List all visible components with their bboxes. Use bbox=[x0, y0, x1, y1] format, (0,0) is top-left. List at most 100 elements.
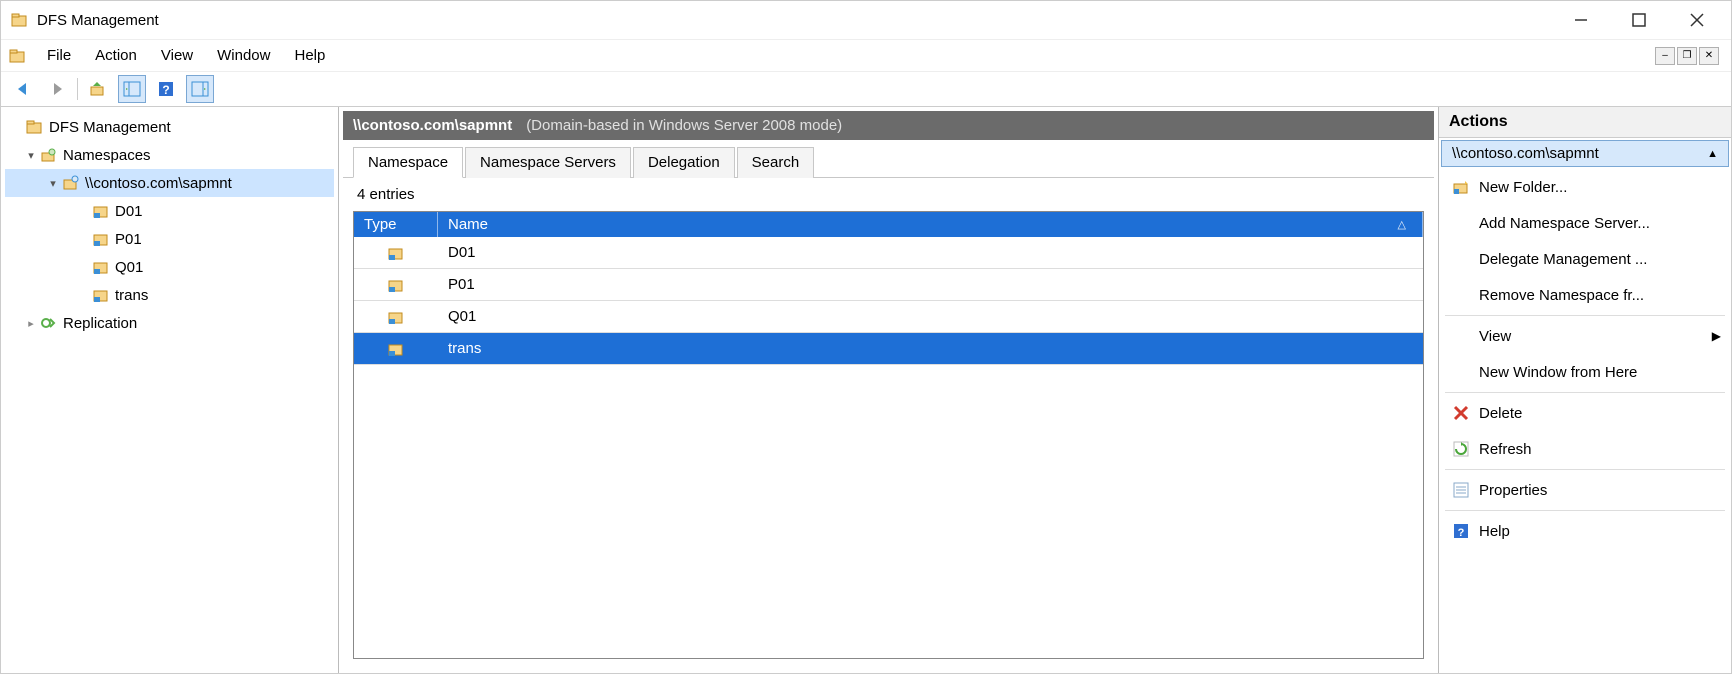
caret-right-icon: ▸ bbox=[23, 317, 39, 330]
tree-folder-trans[interactable]: trans bbox=[5, 281, 334, 309]
help-icon: ? bbox=[1449, 523, 1473, 539]
action-remove-namespace[interactable]: Remove Namespace fr... bbox=[1439, 277, 1731, 313]
actions-separator bbox=[1445, 510, 1725, 511]
mdi-minimize-button[interactable]: – bbox=[1655, 47, 1675, 65]
close-button[interactable] bbox=[1683, 8, 1711, 32]
content-header-mode: (Domain-based in Windows Server 2008 mod… bbox=[526, 117, 842, 134]
title-bar: DFS Management bbox=[1, 1, 1731, 39]
list-row[interactable]: D01 bbox=[354, 237, 1423, 269]
window-controls bbox=[1567, 8, 1721, 32]
menu-view[interactable]: View bbox=[149, 45, 205, 66]
submenu-arrow-icon: ▶ bbox=[1712, 329, 1721, 343]
row-type-icon bbox=[354, 309, 438, 325]
action-label: Remove Namespace fr... bbox=[1473, 287, 1721, 304]
tabstrip: Namespace Namespace Servers Delegation S… bbox=[343, 146, 1434, 178]
tree-pane: DFS Management ▾ Namespaces ▾ \\contoso.… bbox=[1, 107, 339, 673]
tab-namespace[interactable]: Namespace bbox=[353, 147, 463, 178]
dfs-folder-icon bbox=[91, 231, 111, 247]
tree-root[interactable]: DFS Management bbox=[5, 113, 334, 141]
menu-bar: File Action View Window Help – ❐ ✕ bbox=[1, 39, 1731, 71]
actions-header: Actions bbox=[1439, 107, 1731, 138]
action-properties[interactable]: Properties bbox=[1439, 472, 1731, 508]
action-delete[interactable]: Delete bbox=[1439, 395, 1731, 431]
minimize-button[interactable] bbox=[1567, 8, 1595, 32]
refresh-icon bbox=[1449, 441, 1473, 457]
toolbar: ? bbox=[1, 71, 1731, 107]
column-header-type[interactable]: Type bbox=[354, 212, 438, 237]
help-button[interactable]: ? bbox=[152, 75, 180, 103]
tab-delegation[interactable]: Delegation bbox=[633, 147, 735, 178]
content-header-path: \\contoso.com\sapmnt bbox=[353, 117, 512, 134]
tree-replication[interactable]: ▸ Replication bbox=[5, 309, 334, 337]
nav-forward-button[interactable] bbox=[43, 75, 71, 103]
mdi-close-button[interactable]: ✕ bbox=[1699, 47, 1719, 65]
tree-namespace-contoso[interactable]: ▾ \\contoso.com\sapmnt bbox=[5, 169, 334, 197]
dfs-root-icon bbox=[25, 119, 45, 135]
mdi-restore-button[interactable]: ❐ bbox=[1677, 47, 1697, 65]
tree-replication-label: Replication bbox=[59, 315, 137, 332]
menu-file[interactable]: File bbox=[35, 45, 83, 66]
list-header: Type Name △ bbox=[354, 212, 1423, 237]
action-label: Delegate Management ... bbox=[1473, 251, 1721, 268]
caret-up-icon: ▲ bbox=[1707, 148, 1718, 160]
up-button[interactable] bbox=[84, 75, 112, 103]
row-type-icon bbox=[354, 341, 438, 357]
namespace-icon bbox=[61, 175, 81, 191]
list-row[interactable]: P01 bbox=[354, 269, 1423, 301]
toolbar-separator bbox=[77, 78, 78, 100]
tree-folder-label: P01 bbox=[111, 231, 142, 248]
action-label: New Window from Here bbox=[1473, 364, 1721, 381]
action-delegate-management[interactable]: Delegate Management ... bbox=[1439, 241, 1731, 277]
action-view[interactable]: View ▶ bbox=[1439, 318, 1731, 354]
entry-count: 4 entries bbox=[343, 178, 1434, 211]
show-hide-tree-button[interactable] bbox=[118, 75, 146, 103]
tree-namespaces[interactable]: ▾ Namespaces bbox=[5, 141, 334, 169]
action-help[interactable]: ? Help bbox=[1439, 513, 1731, 549]
replication-icon bbox=[39, 315, 59, 331]
main-pane: \\contoso.com\sapmnt (Domain-based in Wi… bbox=[339, 107, 1439, 673]
column-header-name[interactable]: Name △ bbox=[438, 212, 1423, 237]
action-new-folder[interactable]: New Folder... bbox=[1439, 169, 1731, 205]
svg-text:?: ? bbox=[1458, 527, 1465, 539]
app-window: DFS Management File Action View Window H… bbox=[0, 0, 1732, 674]
column-header-name-label: Name bbox=[448, 216, 488, 233]
menu-window[interactable]: Window bbox=[205, 45, 282, 66]
tree-folder-p01[interactable]: P01 bbox=[5, 225, 334, 253]
tab-search[interactable]: Search bbox=[737, 147, 815, 178]
action-label: Delete bbox=[1473, 405, 1721, 422]
row-name: D01 bbox=[438, 244, 1423, 261]
row-type-icon bbox=[354, 277, 438, 293]
actions-pane: Actions \\contoso.com\sapmnt ▲ New Folde… bbox=[1439, 107, 1731, 673]
row-type-icon bbox=[354, 245, 438, 261]
tree-namespaces-label: Namespaces bbox=[59, 147, 151, 164]
mdi-controls: – ❐ ✕ bbox=[1655, 47, 1723, 65]
action-refresh[interactable]: Refresh bbox=[1439, 431, 1731, 467]
row-name: P01 bbox=[438, 276, 1423, 293]
nav-back-button[interactable] bbox=[9, 75, 37, 103]
menu-action[interactable]: Action bbox=[83, 45, 149, 66]
maximize-button[interactable] bbox=[1625, 8, 1653, 32]
row-name: trans bbox=[438, 340, 1423, 357]
dfs-folder-icon bbox=[91, 287, 111, 303]
tree-root-label: DFS Management bbox=[45, 119, 171, 136]
list-row[interactable]: trans bbox=[354, 333, 1423, 365]
tab-namespace-servers[interactable]: Namespace Servers bbox=[465, 147, 631, 178]
list-row[interactable]: Q01 bbox=[354, 301, 1423, 333]
app-icon bbox=[11, 11, 29, 29]
tree-folder-d01[interactable]: D01 bbox=[5, 197, 334, 225]
folder-new-icon bbox=[1449, 179, 1473, 195]
action-add-namespace-server[interactable]: Add Namespace Server... bbox=[1439, 205, 1731, 241]
tree-folder-q01[interactable]: Q01 bbox=[5, 253, 334, 281]
row-name: Q01 bbox=[438, 308, 1423, 325]
action-label: New Folder... bbox=[1473, 179, 1721, 196]
actions-scope-label: \\contoso.com\sapmnt bbox=[1452, 145, 1599, 162]
window-title: DFS Management bbox=[37, 12, 159, 29]
tree-folder-label: Q01 bbox=[111, 259, 143, 276]
delete-icon bbox=[1449, 405, 1473, 421]
actions-scope[interactable]: \\contoso.com\sapmnt ▲ bbox=[1441, 140, 1729, 167]
menu-app-icon bbox=[9, 47, 27, 65]
show-hide-action-button[interactable] bbox=[186, 75, 214, 103]
menu-help[interactable]: Help bbox=[282, 45, 337, 66]
action-label: Help bbox=[1473, 523, 1721, 540]
action-new-window[interactable]: New Window from Here bbox=[1439, 354, 1731, 390]
